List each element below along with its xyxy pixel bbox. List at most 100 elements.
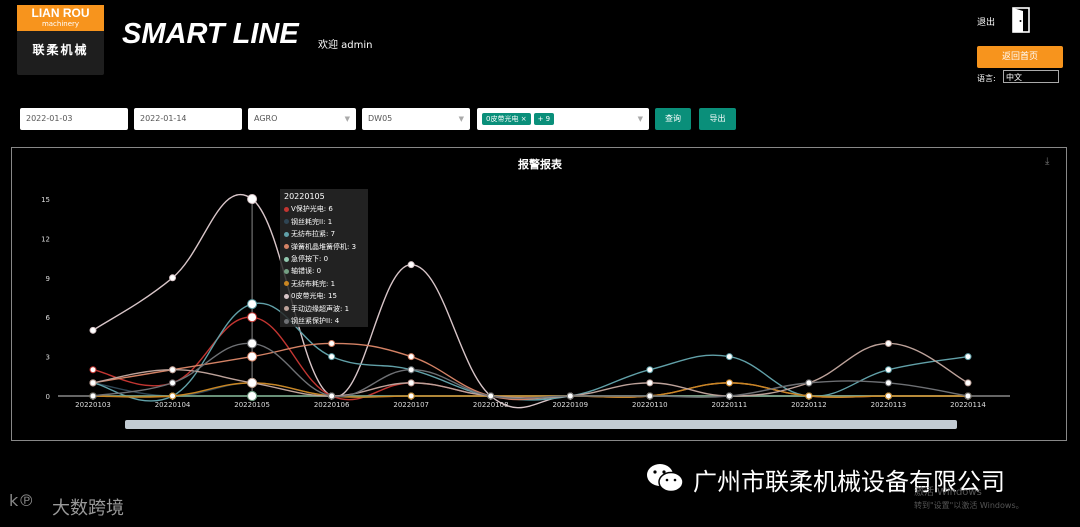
data-point bbox=[328, 392, 336, 400]
data-point bbox=[328, 339, 336, 347]
tooltip-row: 钢丝耗完II: 1 bbox=[284, 216, 364, 228]
tooltip-title: 20220105 bbox=[284, 192, 325, 201]
tooltip-row: 无纺布耗完: 1 bbox=[284, 278, 364, 290]
legend-dot-icon bbox=[284, 244, 289, 250]
data-point bbox=[89, 379, 97, 387]
y-tick-label: 12 bbox=[41, 235, 50, 243]
tooltip-row-label: 手动边缘超声波: 1 bbox=[291, 304, 350, 313]
data-point bbox=[328, 353, 336, 361]
data-point bbox=[407, 353, 415, 361]
legend-dot-icon bbox=[284, 281, 289, 287]
legend-dot-icon bbox=[284, 206, 289, 212]
tooltip-row-label: V保护光电: 6 bbox=[291, 205, 333, 214]
windows-activation-notice: 激活 Windows 转到"设置"以激活 Windows。 bbox=[914, 486, 1024, 512]
series-line bbox=[92, 316, 968, 401]
data-point bbox=[247, 194, 258, 204]
data-point bbox=[89, 366, 97, 374]
data-point bbox=[169, 379, 177, 387]
tooltip-row-label: 无纺布耗完: 1 bbox=[291, 279, 336, 288]
tooltip-row: 钢丝紧保护II: 4 bbox=[284, 315, 364, 327]
data-point bbox=[407, 392, 415, 400]
data-point bbox=[884, 339, 892, 347]
wechat-icon bbox=[645, 461, 685, 499]
data-point bbox=[487, 392, 495, 400]
data-point bbox=[884, 379, 892, 387]
legend-dot-icon bbox=[284, 306, 289, 312]
x-tick-label: 20220103 bbox=[75, 401, 111, 409]
series-line bbox=[92, 342, 969, 400]
tooltip-row: V保护光电: 6 bbox=[284, 203, 364, 215]
y-tick-label: 3 bbox=[46, 354, 50, 362]
data-point bbox=[407, 261, 415, 269]
y-tick-label: 0 bbox=[46, 393, 50, 401]
data-point bbox=[964, 379, 972, 387]
activate-line1: 激活 Windows bbox=[914, 487, 982, 498]
legend-dot-icon bbox=[284, 256, 289, 262]
tooltip-row: 轴错误: 0 bbox=[284, 265, 364, 277]
data-point bbox=[805, 392, 813, 400]
x-tick-label: 20220112 bbox=[791, 401, 827, 409]
datazoom-slider[interactable] bbox=[125, 420, 957, 429]
legend-dot-icon bbox=[284, 318, 289, 324]
data-point bbox=[884, 392, 892, 400]
x-tick-label: 20220109 bbox=[552, 401, 588, 409]
data-point bbox=[169, 366, 177, 374]
series-line bbox=[92, 382, 968, 398]
data-point bbox=[646, 366, 654, 374]
data-point bbox=[89, 392, 97, 400]
data-point bbox=[725, 379, 733, 387]
watermark-logo-icon: k℗ bbox=[9, 491, 35, 510]
data-point bbox=[247, 351, 258, 362]
x-tick-label: 20220111 bbox=[712, 401, 748, 409]
y-tick-label: 9 bbox=[46, 275, 50, 283]
data-point bbox=[247, 377, 258, 388]
data-point bbox=[169, 392, 177, 400]
x-tick-label: 20220114 bbox=[950, 401, 986, 409]
series-line bbox=[92, 342, 969, 399]
tooltip-row-label: 钢丝紧保护II: 4 bbox=[291, 317, 340, 326]
data-point bbox=[247, 391, 258, 401]
y-tick-label: 15 bbox=[41, 196, 50, 204]
series-line bbox=[92, 382, 968, 398]
series-line bbox=[92, 342, 968, 401]
activate-line2: 转到"设置"以激活 Windows。 bbox=[914, 501, 1024, 510]
legend-dot-icon bbox=[284, 219, 289, 225]
data-point bbox=[725, 392, 733, 400]
tooltip-row-label: 急停按下: 0 bbox=[291, 255, 329, 264]
tooltip-row: 无纺布拉紧: 7 bbox=[284, 228, 364, 240]
y-tick-label: 6 bbox=[46, 314, 51, 322]
data-point bbox=[725, 353, 733, 361]
x-tick-label: 20220106 bbox=[314, 401, 350, 409]
tooltip-row-label: 无纺布拉紧: 7 bbox=[291, 230, 336, 239]
tooltip-row: 手动边缘超声波: 1 bbox=[284, 303, 364, 315]
tooltip-row: 弹簧机晶堆簧停机: 3 bbox=[284, 241, 364, 253]
series-line bbox=[92, 193, 968, 409]
data-point bbox=[805, 379, 813, 387]
data-point bbox=[247, 338, 258, 349]
legend-dot-icon bbox=[284, 268, 289, 274]
x-tick-label: 20220104 bbox=[155, 401, 191, 409]
x-tick-label: 20220110 bbox=[632, 401, 668, 409]
tooltip-row-label: 轴错误: 0 bbox=[291, 267, 322, 276]
chart-tooltip: 20220105 V保护光电: 6 钢丝耗完II: 1 无纺布拉紧: 7 弹簧机晶堆簧… bbox=[280, 189, 368, 327]
data-point bbox=[407, 366, 415, 374]
tooltip-row-label: 0皮带光电: 15 bbox=[291, 292, 337, 301]
data-point bbox=[646, 379, 654, 387]
data-point bbox=[964, 353, 972, 361]
legend-dot-icon bbox=[284, 293, 289, 299]
x-tick-label: 20220107 bbox=[393, 401, 429, 409]
x-tick-label: 20220113 bbox=[871, 401, 907, 409]
data-point bbox=[407, 379, 415, 387]
watermark-text: 大数跨境 bbox=[52, 498, 124, 519]
tooltip-row-label: 弹簧机晶堆簧停机: 3 bbox=[291, 242, 357, 251]
data-point bbox=[566, 392, 574, 400]
tooltip-row: 0皮带光电: 15 bbox=[284, 290, 364, 302]
data-point bbox=[964, 392, 972, 400]
data-point bbox=[646, 392, 654, 400]
data-point bbox=[247, 312, 258, 323]
tooltip-row-label: 钢丝耗完II: 1 bbox=[291, 217, 333, 226]
x-tick-label: 20220105 bbox=[234, 401, 270, 409]
data-point bbox=[169, 274, 177, 282]
data-point bbox=[247, 299, 258, 310]
x-tick-label: 20220108 bbox=[473, 401, 509, 409]
